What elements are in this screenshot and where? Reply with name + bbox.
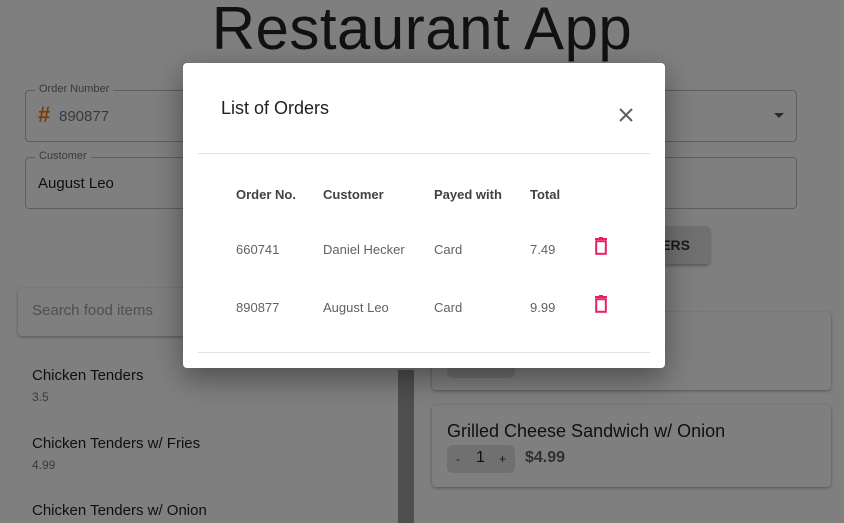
dialog-title: List of Orders (221, 98, 330, 118)
column-header-payed-with: Payed with (434, 187, 502, 202)
column-header-customer: Customer (323, 187, 384, 202)
orders-dialog: List of Orders Order No. Customer Payed … (183, 63, 665, 368)
order-no-cell: 890877 (236, 300, 280, 315)
trash-icon[interactable] (594, 295, 608, 313)
payment-cell: Card (434, 242, 463, 257)
trash-icon[interactable] (594, 237, 608, 255)
customer-cell: August Leo (323, 300, 389, 315)
payment-cell: Card (434, 300, 463, 315)
column-header-order-no: Order No. (236, 187, 296, 202)
column-header-total: Total (530, 187, 561, 202)
customer-cell: Daniel Hecker (323, 242, 405, 257)
total-cell: 9.99 (530, 300, 556, 315)
close-icon[interactable] (617, 106, 635, 124)
total-cell: 7.49 (530, 242, 556, 257)
divider (198, 352, 650, 353)
divider (198, 153, 650, 154)
order-no-cell: 660741 (236, 242, 280, 257)
